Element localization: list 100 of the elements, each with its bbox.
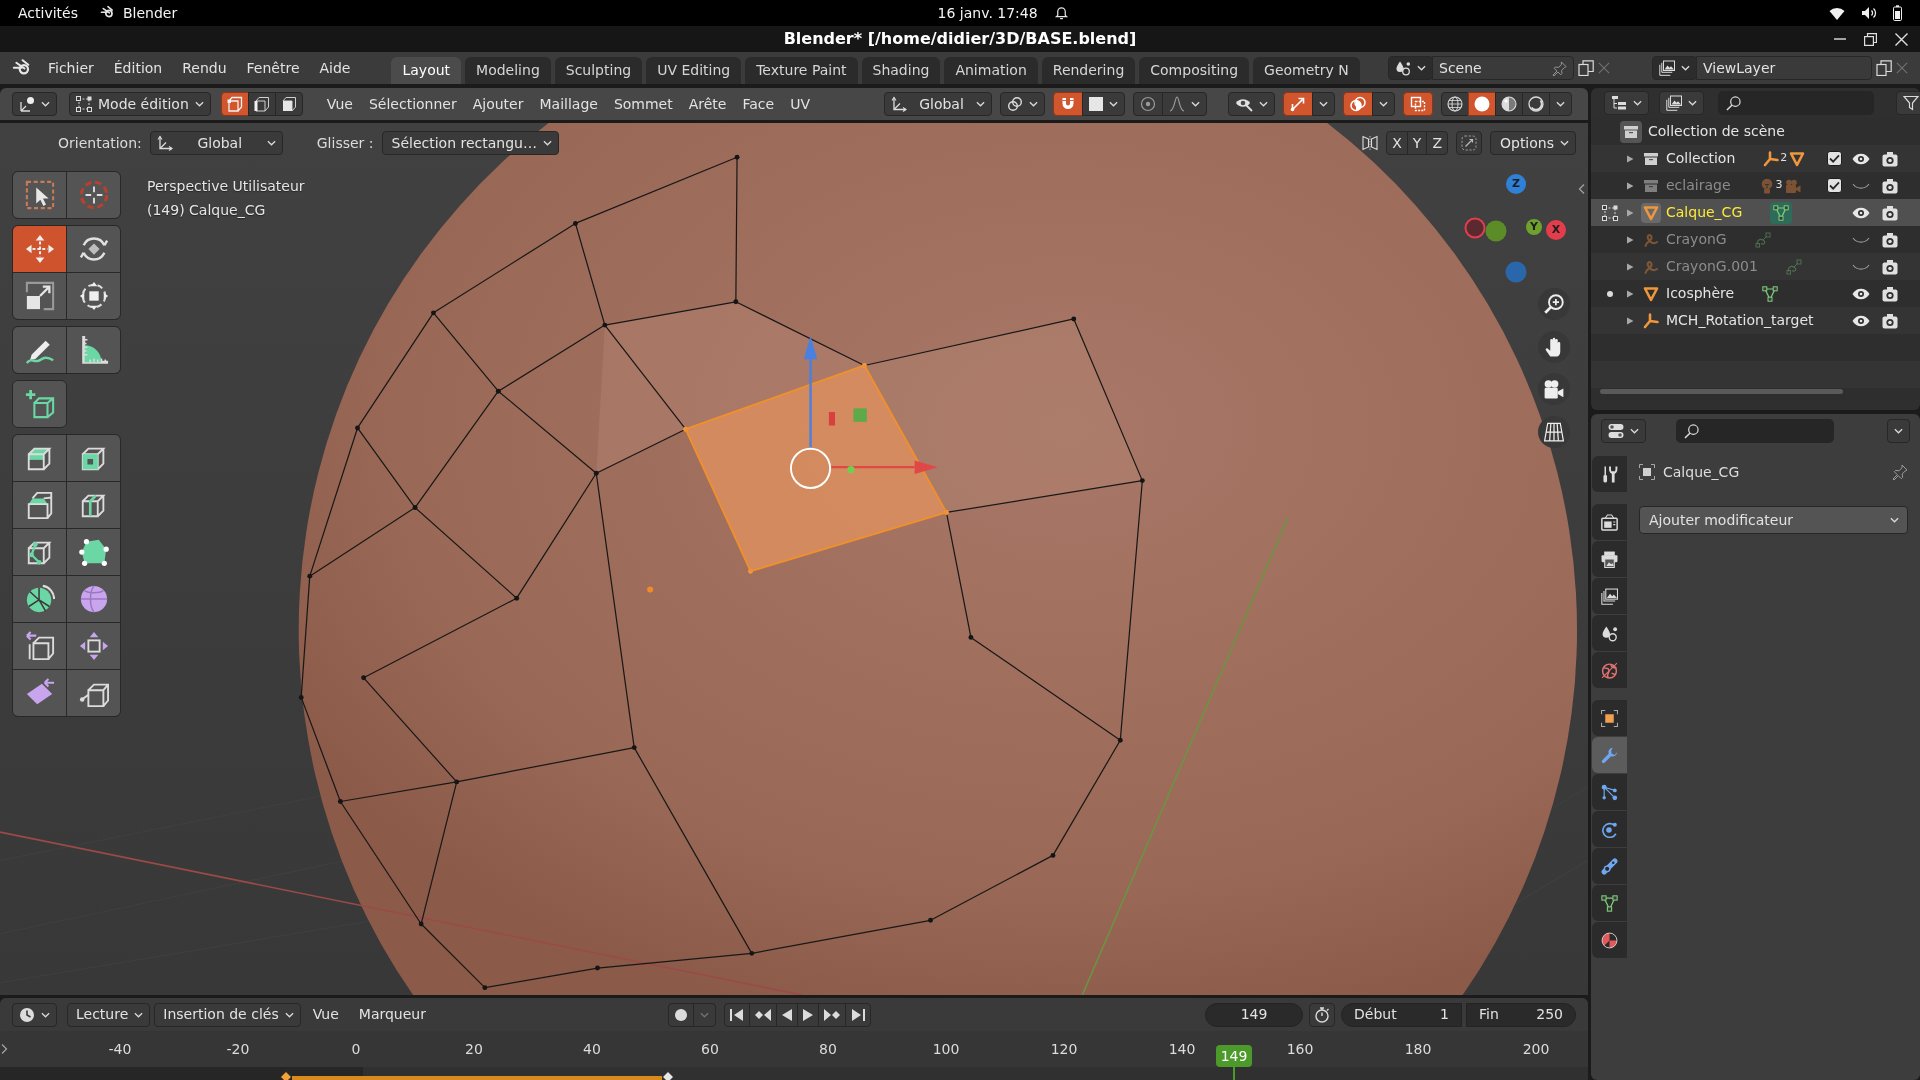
scene-selector-button[interactable] [1388,56,1433,80]
axis-dot-icon[interactable] [1485,220,1507,242]
menu-item[interactable]: Sélectionner [360,95,465,113]
tool-button[interactable] [13,327,66,373]
copy-icon[interactable] [1876,60,1892,76]
properties-tab[interactable] [1592,922,1627,958]
battery-icon[interactable] [1893,5,1902,21]
orientation-dropdown[interactable]: Global [149,131,283,155]
properties-tab[interactable] [1592,615,1627,651]
display-mode-dropdown[interactable] [1604,91,1649,115]
next-keyframe-button[interactable] [818,1002,846,1027]
workspace-tab[interactable]: Geometry N [1253,57,1360,84]
end-frame-field[interactable]: Fin 250 [1466,1002,1576,1027]
checkbox[interactable] [1826,178,1842,193]
workspace-tab[interactable]: Animation [944,57,1038,84]
expand-triangle-icon[interactable] [1626,181,1634,190]
jump-start-button[interactable] [724,1002,750,1027]
tool-button[interactable] [67,576,120,622]
overlay-toggle-button[interactable] [1343,92,1373,116]
render-camera-icon[interactable] [1882,285,1898,302]
menu-item[interactable]: Sommet [605,95,681,113]
tool-button[interactable] [13,529,66,575]
menu-dropdown[interactable]: Lecture [67,1002,151,1027]
menu-item[interactable]: Fenêtre [236,59,310,77]
select-mode-button[interactable] [247,92,276,116]
render-camera-icon[interactable] [1882,150,1898,167]
pivot-dropdown[interactable] [1000,92,1045,116]
maximize-icon[interactable] [1864,32,1877,46]
gizmo-options-dropdown[interactable] [1312,92,1335,116]
preview-range-button[interactable] [1309,1002,1335,1027]
outliner-row[interactable]: CrayonG [1591,226,1920,253]
minimize-icon[interactable] [1833,38,1846,40]
snap-toggle-button[interactable] [1053,92,1083,116]
expand-triangle-icon[interactable] [1626,262,1634,271]
edit-mode-icon[interactable] [1602,204,1618,221]
expand-triangle-icon[interactable] [1626,289,1634,298]
workspace-tab[interactable]: Texture Paint [745,57,858,84]
mirror-axis-button[interactable]: X [1386,131,1408,155]
current-frame-field[interactable]: 149 [1205,1002,1303,1027]
tool-button[interactable] [13,226,66,272]
axis-dot-icon[interactable] [1464,217,1486,239]
closed-eye-icon[interactable] [1852,263,1870,270]
menu-item[interactable]: Maillage [531,95,606,113]
mirror-axis-button[interactable]: Z [1426,131,1448,155]
render-camera-icon[interactable] [1882,177,1898,194]
editor-type-button[interactable] [1601,419,1646,443]
copy-icon[interactable] [1578,60,1594,76]
shading-mode-button[interactable] [1468,92,1496,116]
add-modifier-dropdown[interactable]: Ajouter modificateur [1639,506,1908,534]
play-button[interactable] [797,1002,819,1027]
render-camera-icon[interactable] [1882,258,1898,275]
properties-tab[interactable] [1592,885,1627,921]
shading-mode-button[interactable] [1522,92,1550,116]
menu-item[interactable]: Face [734,95,783,113]
jump-end-button[interactable] [845,1002,871,1027]
properties-tab[interactable] [1592,700,1627,736]
falloff-dropdown[interactable] [1162,92,1207,116]
speaker-icon[interactable] [1861,6,1877,20]
menu-item[interactable]: Aide [309,59,361,77]
view-layer-selector-button[interactable] [1652,56,1697,80]
play-reverse-button[interactable] [776,1002,798,1027]
keyframe-diamond-icon[interactable] [662,1071,674,1080]
properties-tab[interactable] [1592,811,1627,847]
outliner-row[interactable]: Collection 2 [1591,145,1920,172]
properties-tab[interactable] [1592,456,1627,492]
tool-button[interactable] [13,482,66,528]
pin-icon[interactable] [1892,464,1908,480]
tool-button[interactable] [67,482,120,528]
tool-button[interactable] [67,529,120,575]
auto-merge-button[interactable] [1455,131,1482,155]
mode-dropdown[interactable]: Mode édition [69,92,211,116]
closed-eye-icon[interactable] [1852,236,1870,243]
overlay-options-dropdown[interactable] [1372,92,1395,116]
render-camera-icon[interactable] [1882,204,1898,221]
tool-button[interactable] [13,576,66,622]
menu-item[interactable]: Vue [304,1006,347,1023]
properties-tab[interactable] [1592,541,1627,577]
options-dropdown[interactable] [1887,419,1910,443]
filter-dropdown[interactable] [1896,91,1920,115]
shading-options-dropdown[interactable] [1549,92,1572,116]
properties-tab[interactable] [1592,504,1627,540]
properties-tab[interactable] [1592,578,1627,614]
render-camera-icon[interactable] [1882,312,1898,329]
tool-button[interactable] [67,435,120,481]
triangle-icon[interactable] [1789,150,1806,167]
checkbox[interactable] [1826,151,1842,166]
menu-item[interactable]: UV [782,95,818,113]
expand-triangle-icon[interactable] [1626,154,1634,163]
workspace-tab[interactable]: Modeling [465,57,551,84]
xray-toggle-button[interactable] [1403,92,1433,116]
menu-item[interactable]: Arête [680,95,735,113]
workspace-tab[interactable]: Layout [391,57,462,84]
tool-button[interactable] [13,273,66,319]
outliner-row[interactable]: eclairage 3 [1591,172,1920,199]
select-mode-button[interactable] [274,92,303,116]
workspace-tab[interactable]: Compositing [1139,57,1250,84]
menu-item[interactable]: Fichier [38,59,104,77]
eye-icon[interactable] [1852,287,1870,300]
properties-tab[interactable] [1592,652,1627,688]
menu-item[interactable]: Rendu [172,59,237,77]
